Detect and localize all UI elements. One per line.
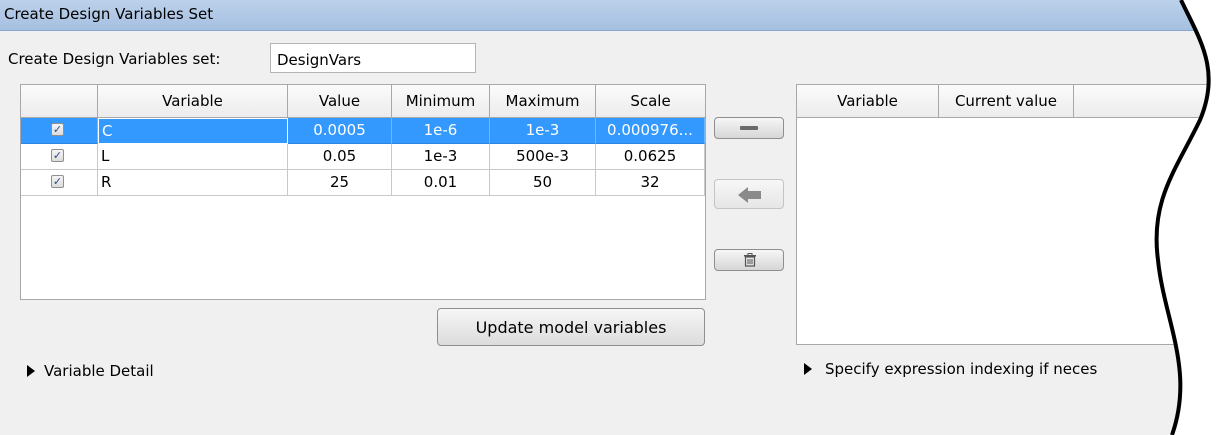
expand-triangle-icon[interactable]: [804, 363, 812, 375]
maximum-cell[interactable]: 50: [490, 170, 596, 196]
trash-icon: [744, 253, 756, 267]
value-cell[interactable]: 0.05: [288, 144, 392, 170]
design-variables-table: Variable Value Minimum Maximum Scale ✓ C…: [20, 84, 706, 300]
variable-name-cell[interactable]: C: [98, 118, 288, 144]
table-row[interactable]: ✓ C 0.0005 1e-6 1e-3 0.000976...: [21, 118, 705, 144]
design-variables-set-label: Create Design Variables set:: [8, 50, 221, 68]
expression-indexing-toggle[interactable]: Specify expression indexing if neces: [825, 360, 1097, 378]
scale-cell[interactable]: 0.0625: [596, 144, 705, 170]
minimum-cell[interactable]: 0.01: [392, 170, 490, 196]
column-header-minimum[interactable]: Minimum: [392, 85, 490, 118]
minus-icon: [740, 126, 758, 130]
variable-name-cell[interactable]: R: [98, 170, 288, 196]
column-header-check[interactable]: [21, 85, 98, 118]
column-header-current-value[interactable]: Current value: [939, 85, 1074, 118]
remove-variable-button[interactable]: [714, 117, 784, 139]
maximum-cell[interactable]: 500e-3: [490, 144, 596, 170]
scale-cell[interactable]: 0.000976...: [596, 118, 705, 144]
table-row[interactable]: ✓ R 25 0.01 50 32: [21, 170, 705, 196]
left-arrow-icon: [738, 187, 761, 203]
table-row[interactable]: ✓ L 0.05 1e-3 500e-3 0.0625: [21, 144, 705, 170]
maximum-cell[interactable]: 1e-3: [490, 118, 596, 144]
column-header-variable[interactable]: Variable: [797, 85, 939, 118]
add-to-design-variables-button[interactable]: [714, 179, 784, 209]
delete-button[interactable]: [714, 249, 784, 271]
variable-detail-toggle[interactable]: Variable Detail: [44, 362, 154, 380]
column-header-variable[interactable]: Variable: [98, 85, 288, 118]
variable-name-cell[interactable]: L: [98, 144, 288, 170]
include-checkbox[interactable]: ✓: [51, 175, 64, 188]
column-header-filler: [1074, 85, 1221, 118]
include-checkbox[interactable]: ✓: [51, 149, 64, 162]
minimum-cell[interactable]: 1e-3: [392, 144, 490, 170]
value-cell[interactable]: 25: [288, 170, 392, 196]
value-cell[interactable]: 0.0005: [288, 118, 392, 144]
update-model-variables-button[interactable]: Update model variables: [437, 308, 705, 346]
include-checkbox[interactable]: ✓: [51, 123, 64, 136]
column-header-scale[interactable]: Scale: [596, 85, 705, 118]
column-header-maximum[interactable]: Maximum: [490, 85, 596, 118]
create-design-variables-panel: Create Design Variables Set Create Desig…: [0, 0, 1221, 435]
model-variables-table: Variable Current value: [796, 84, 1221, 345]
expand-triangle-icon[interactable]: [27, 365, 35, 377]
design-variables-set-name-input[interactable]: [270, 43, 476, 73]
scale-cell[interactable]: 32: [596, 170, 705, 196]
column-header-value[interactable]: Value: [288, 85, 392, 118]
panel-title-bar: Create Design Variables Set: [0, 0, 1221, 31]
panel-title: Create Design Variables Set: [4, 5, 214, 23]
minimum-cell[interactable]: 1e-6: [392, 118, 490, 144]
